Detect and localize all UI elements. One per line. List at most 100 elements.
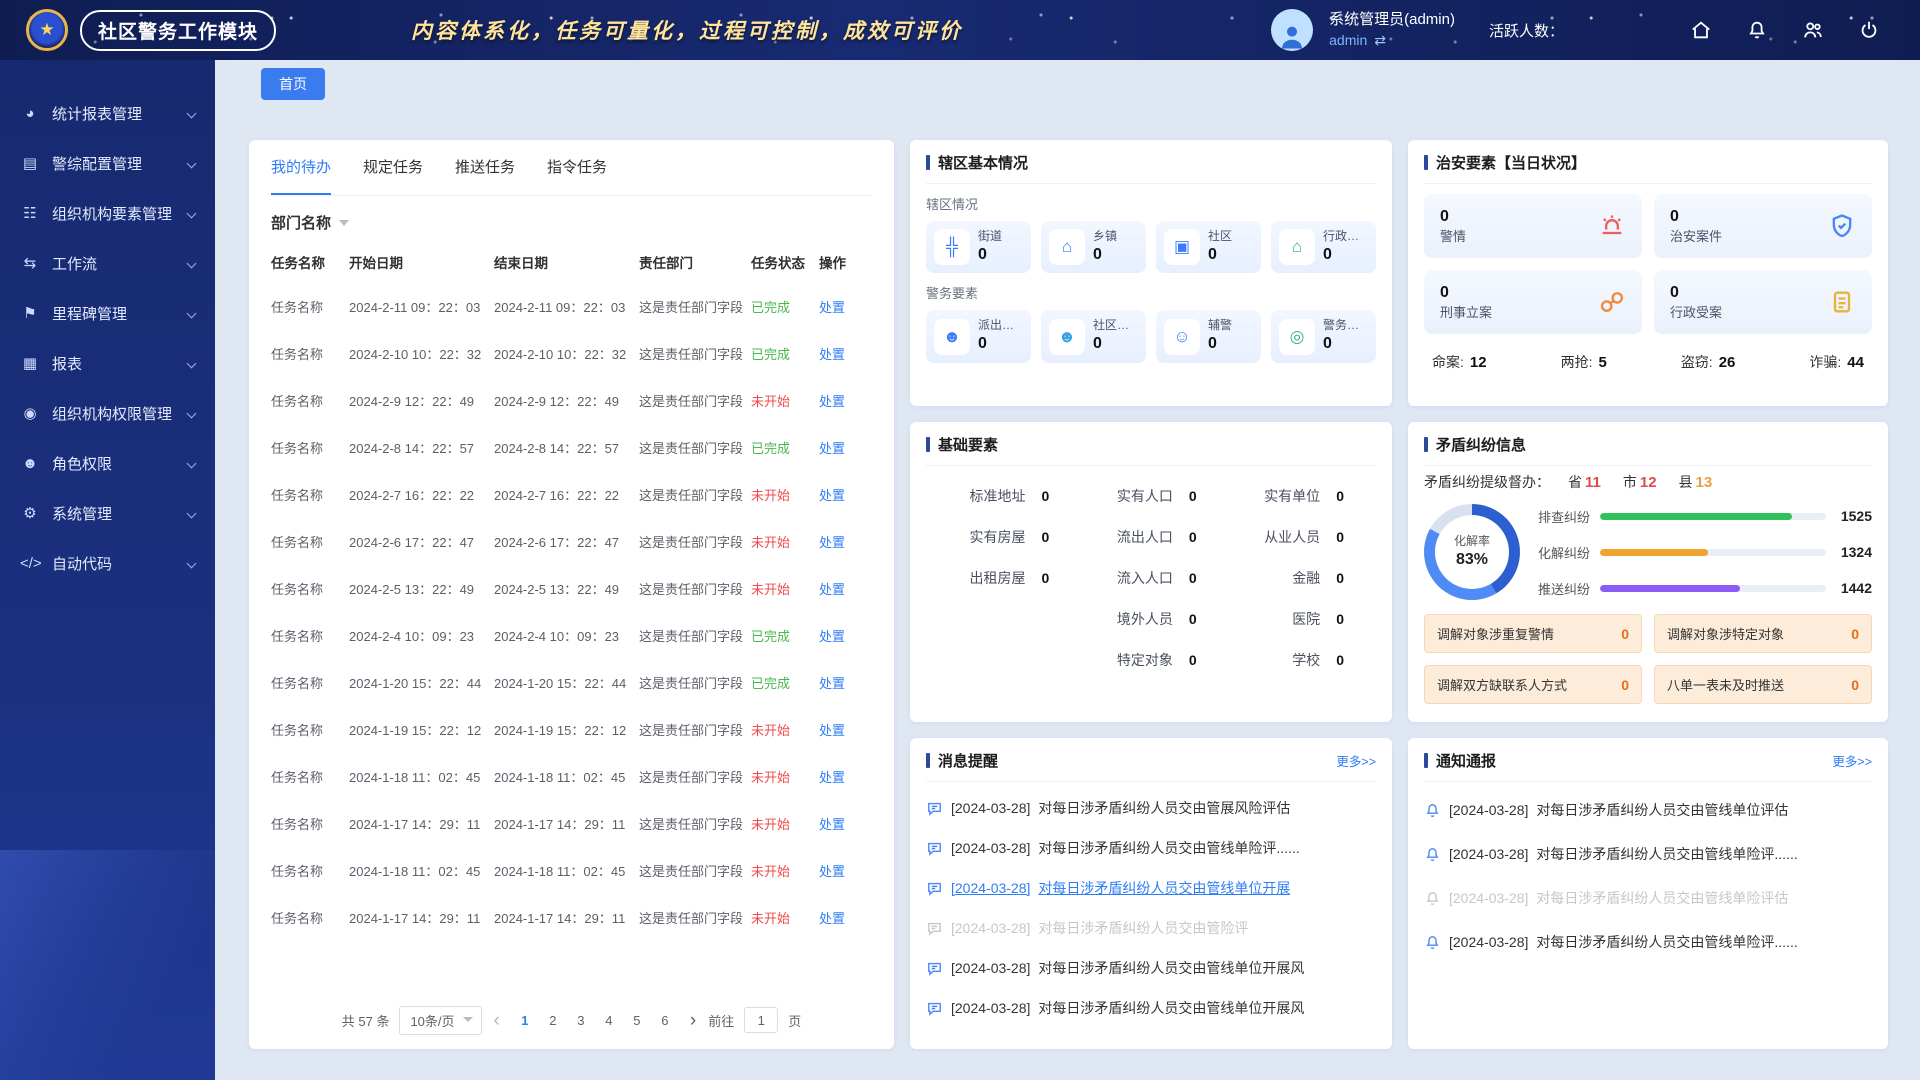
handle-link[interactable]: 处置 [819, 817, 845, 832]
page-number[interactable]: 5 [624, 1007, 650, 1033]
handle-link[interactable]: 处置 [819, 488, 845, 503]
notice-item[interactable]: [2024-03-28] 对每日涉矛盾纠纷人员交由管线单险评估 [1424, 876, 1872, 920]
supervision-stat: 省11 [1568, 472, 1601, 492]
page-number[interactable]: 3 [568, 1007, 594, 1033]
handle-link[interactable]: 处置 [819, 300, 845, 315]
police-stat-label: 社区民警 [1093, 318, 1138, 334]
message-item[interactable]: [2024-03-28] 对每日涉矛盾纠纷人员交由管展风险评估 [926, 788, 1376, 828]
handle-link[interactable]: 处置 [819, 629, 845, 644]
tab-home[interactable]: 首页 [261, 68, 325, 100]
dispute-bar-track [1600, 585, 1826, 592]
title-bar-icon [926, 437, 930, 452]
sidebar-item-org-elements[interactable]: ☷ 组织机构要素管理 [0, 188, 215, 238]
page-number[interactable]: 1 [512, 1007, 538, 1033]
message-item[interactable]: [2024-03-28] 对每日涉矛盾纠纷人员交由管线单位开展风 [926, 988, 1376, 1028]
sidebar-item-label: 里程碑管理 [52, 303, 180, 324]
chevron-down-icon [187, 358, 197, 368]
crime-stat-label: 命案: [1432, 354, 1464, 370]
dispute-filter-button[interactable]: 调解对象涉重复警情0 [1424, 614, 1642, 653]
message-text: 对每日涉矛盾纠纷人员交由管展风险评估 [1038, 798, 1290, 818]
message-item[interactable]: [2024-03-28] 对每日涉矛盾纠纷人员交由管线单位开展风 [926, 948, 1376, 988]
next-page-button[interactable]: › [688, 1011, 698, 1030]
district-panel-title: 辖区基本情况 [926, 152, 1028, 173]
tab-required-tasks[interactable]: 规定任务 [363, 140, 423, 195]
page-number[interactable]: 4 [596, 1007, 622, 1033]
role-permission-icon: ☻ [20, 455, 40, 472]
page-number[interactable]: 2 [540, 1007, 566, 1033]
sidebar-item-police-config[interactable]: ▤ 警综配置管理 [0, 138, 215, 188]
notice-item[interactable]: [2024-03-28] 对每日涉矛盾纠纷人员交由管线单位评估 [1424, 788, 1872, 832]
basic-element-value: 0 [1336, 652, 1344, 668]
basic-element-value: 0 [1189, 488, 1197, 504]
sidebar-item-role-permissions[interactable]: ☻ 角色权限 [0, 438, 215, 488]
supervision-stats: 省11 市12 县13 [1568, 472, 1712, 492]
status-badge: 已完成 [751, 676, 790, 691]
tab-my-todo[interactable]: 我的待办 [271, 140, 331, 195]
community-officer-icon: ☻ [1049, 319, 1085, 355]
tab-pushed-tasks[interactable]: 推送任务 [455, 140, 515, 195]
avatar[interactable] [1271, 9, 1313, 51]
start-date-cell: 2024-1-19 15：22：12 [349, 706, 494, 753]
police-stat-value: 0 [1208, 334, 1232, 355]
task-name-cell: 任务名称 [271, 706, 349, 753]
handle-link[interactable]: 处置 [819, 535, 845, 550]
handle-link[interactable]: 处置 [819, 394, 845, 409]
handle-link[interactable]: 处置 [819, 347, 845, 362]
home-icon[interactable] [1690, 19, 1712, 41]
notices-more-link[interactable]: 更多>> [1832, 751, 1872, 770]
security-panel-title: 治安要素【当日状况】 [1424, 152, 1586, 173]
crime-stat: 诈骗:44 [1809, 352, 1864, 372]
users-icon[interactable] [1802, 19, 1824, 41]
start-date-cell: 2024-2-11 09：22：03 [349, 283, 494, 330]
username[interactable]: admin ⇄ [1329, 31, 1455, 50]
col-start-date: 开始日期 [349, 241, 494, 283]
message-list: [2024-03-28] 对每日涉矛盾纠纷人员交由管展风险评估 [2024-03… [926, 782, 1376, 1028]
sidebar-item-reports[interactable]: ▦ 报表 [0, 338, 215, 388]
end-date-cell: 2024-2-9 12：22：49 [494, 377, 639, 424]
handle-link[interactable]: 处置 [819, 864, 845, 879]
dispute-filter-count: 0 [1851, 677, 1859, 693]
dispute-bar-label: 推送纠纷 [1538, 579, 1590, 598]
goto-page-input[interactable] [744, 1007, 778, 1033]
handle-link[interactable]: 处置 [819, 676, 845, 691]
handle-link[interactable]: 处置 [819, 911, 845, 926]
handle-link[interactable]: 处置 [819, 723, 845, 738]
dispute-filter-button[interactable]: 调解对象涉特定对象0 [1654, 614, 1872, 653]
message-item[interactable]: [2024-03-28] 对每日涉矛盾纠纷人员交由管线单位开展 [926, 868, 1376, 908]
notice-item[interactable]: [2024-03-28] 对每日涉矛盾纠纷人员交由管线单险评...... [1424, 832, 1872, 876]
message-item[interactable]: [2024-03-28] 对每日涉矛盾纠纷人员交由管险评 [926, 908, 1376, 948]
basic-element: 流出人口 0 [1077, 527, 1224, 547]
basic-element: 境外人员 0 [1077, 609, 1224, 629]
message-item[interactable]: [2024-03-28] 对每日涉矛盾纠纷人员交由管线单险评...... [926, 828, 1376, 868]
power-icon[interactable] [1858, 19, 1880, 41]
handle-link[interactable]: 处置 [819, 770, 845, 785]
supervision-stat-label: 县 [1679, 474, 1693, 490]
notice-item[interactable]: [2024-03-28] 对每日涉矛盾纠纷人员交由管线单险评...... [1424, 920, 1872, 964]
sidebar-item-auto-code[interactable]: </> 自动代码 [0, 538, 215, 588]
sidebar-item-label: 组织机构要素管理 [52, 203, 180, 224]
street-icon: ╬ [934, 229, 970, 265]
switch-user-icon[interactable]: ⇄ [1374, 31, 1386, 50]
handle-link[interactable]: 处置 [819, 582, 845, 597]
handle-link[interactable]: 处置 [819, 441, 845, 456]
messages-more-link[interactable]: 更多>> [1336, 751, 1376, 770]
table-row: 任务名称 2024-1-19 15：22：12 2024-1-19 15：22：… [271, 706, 872, 753]
tab-command-tasks[interactable]: 指令任务 [547, 140, 607, 195]
page-size-select[interactable]: 10条/页 [399, 1006, 481, 1035]
basic-element: 医院 0 [1225, 609, 1372, 629]
page-number[interactable]: 6 [652, 1007, 678, 1033]
department-filter[interactable]: 部门名称 [271, 196, 872, 235]
sidebar-item-milestone[interactable]: ⚑ 里程碑管理 [0, 288, 215, 338]
sidebar-item-report-stats[interactable]: ◕ 统计报表管理 [0, 88, 215, 138]
basic-element-value: 0 [1189, 570, 1197, 586]
bell-icon[interactable] [1746, 19, 1768, 41]
sidebar-item-workflow[interactable]: ⇆ 工作流 [0, 238, 215, 288]
sidebar-item-system[interactable]: ⚙ 系统管理 [0, 488, 215, 538]
dispute-filter-button[interactable]: 调解双方缺联系人方式0 [1424, 665, 1642, 704]
dispute-filter-button[interactable]: 八单一表未及时推送0 [1654, 665, 1872, 704]
district-stat-label: 行政村/居 [1323, 229, 1368, 245]
prev-page-button[interactable]: ‹ [492, 1011, 502, 1030]
sidebar-item-org-permissions[interactable]: ◉ 组织机构权限管理 [0, 388, 215, 438]
task-name-cell: 任务名称 [271, 377, 349, 424]
task-table-body: 任务名称 2024-2-11 09：22：03 2024-2-11 09：22：… [271, 283, 872, 941]
